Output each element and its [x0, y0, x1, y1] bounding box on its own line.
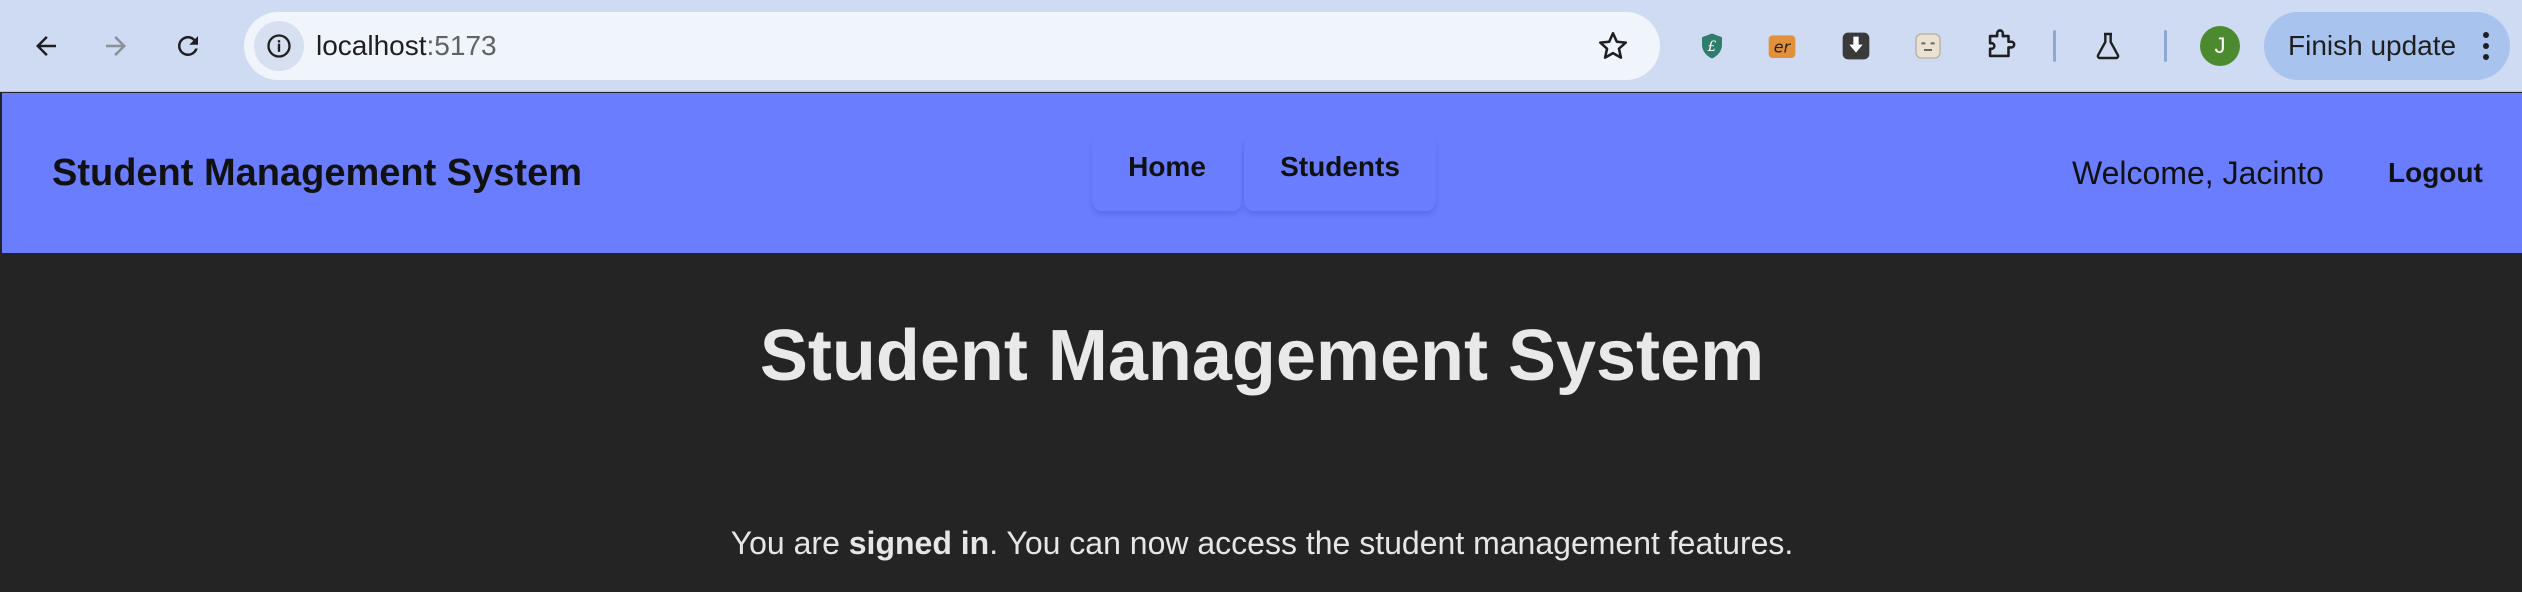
page-title: Student Management System [759, 316, 1765, 396]
back-button[interactable] [22, 22, 70, 70]
logout-button[interactable]: Logout [2388, 93, 2483, 253]
labs-flask-icon[interactable] [2090, 28, 2126, 64]
puzzle-extensions-icon[interactable] [1982, 28, 2018, 64]
welcome-text: Welcome, Jacinto [2072, 155, 2324, 191]
svg-text:er: er [1774, 38, 1792, 57]
url-text[interactable]: localhost:5173 [316, 12, 497, 80]
er-extension-icon[interactable]: er [1764, 28, 1800, 64]
arrow-left-icon [36, 36, 56, 56]
finish-update-label: Finish update [2288, 30, 2457, 61]
signed-in-message: You are signed in. You can now access th… [2, 525, 2522, 562]
face-extension-icon[interactable] [1910, 28, 1946, 64]
arrow-right-icon [106, 36, 126, 56]
brand-title[interactable]: Student Management System [52, 93, 582, 253]
finish-update-button[interactable]: Finish update [2264, 12, 2510, 80]
nav-home[interactable]: Home [1092, 135, 1242, 211]
shield-extension-icon[interactable]: £ [1694, 28, 1730, 64]
reload-button[interactable] [164, 22, 212, 70]
site-info-button[interactable] [254, 21, 304, 71]
browser-toolbar: localhost:5173 £ er J Finish update [0, 0, 2522, 92]
download-extension-icon[interactable] [1838, 28, 1874, 64]
toolbar-divider [2053, 30, 2056, 62]
toolbar-divider [2164, 30, 2167, 62]
forward-button[interactable] [92, 22, 140, 70]
svg-text:£: £ [1707, 39, 1717, 55]
url-host: localhost [316, 30, 427, 61]
reload-icon [178, 35, 198, 56]
status-prefix: You are [730, 525, 849, 561]
status-suffix: . You can now access the student managem… [989, 525, 1794, 561]
status-bold: signed in [848, 525, 990, 561]
url-port: :5173 [426, 30, 497, 61]
app-header: Student Management System Home Students … [2, 93, 2522, 253]
more-menu-icon[interactable] [2482, 32, 2490, 60]
info-icon [267, 34, 291, 58]
nav-students[interactable]: Students [1244, 135, 1436, 211]
main-content: Student Management System You are signed… [2, 253, 2522, 592]
profile-avatar[interactable]: J [2200, 26, 2240, 66]
bookmark-star-icon[interactable] [1596, 29, 1630, 63]
address-bar[interactable]: localhost:5173 [244, 12, 1660, 80]
